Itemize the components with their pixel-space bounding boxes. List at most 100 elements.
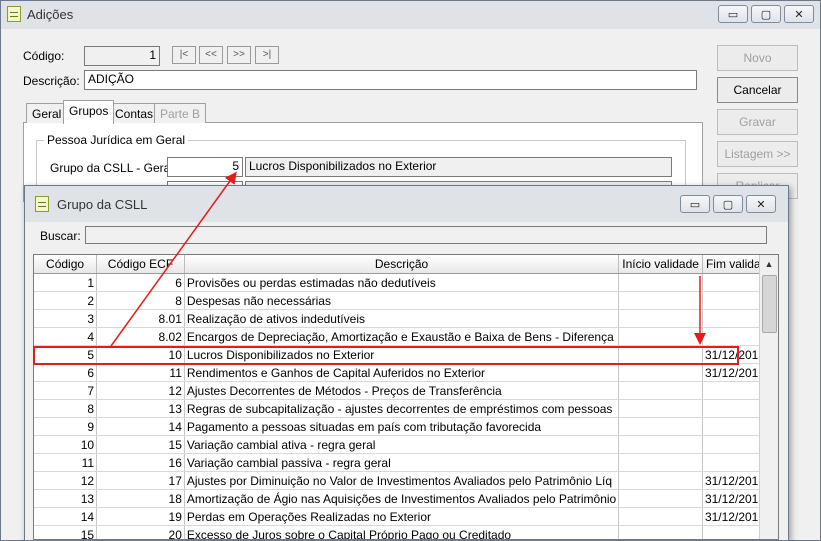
descricao-label: Descrição: — [23, 74, 80, 88]
table-cell: Despesas não necessárias — [184, 291, 620, 310]
table-body: 1 6 Provisões ou perdas estimadas não dedu… — [34, 273, 778, 539]
table-cell: 6 — [96, 273, 185, 292]
listagem-button[interactable]: Listagem >> — [717, 141, 798, 167]
table-cell: 8 — [96, 291, 185, 310]
csll-code-field[interactable]: 5 — [167, 157, 243, 177]
popup-content: Buscar: Código Código ECF Descrição Início … — [25, 222, 788, 540]
table-cell: 20 — [96, 525, 185, 539]
nav-prev-button[interactable]: << — [199, 46, 223, 64]
table-cell: Variação cambial ativa - regra geral — [184, 435, 620, 454]
table-cell: 1 — [34, 273, 98, 292]
nav-first-button[interactable]: |< — [172, 46, 196, 64]
buscar-label: Buscar: — [40, 229, 81, 243]
table-cell: Rendimentos e Ganhos de Capital Auferido… — [184, 363, 620, 382]
novo-button[interactable]: Novo — [717, 45, 798, 71]
table-cell — [618, 471, 703, 490]
table-cell — [618, 435, 703, 454]
close-button[interactable]: ✕ — [746, 195, 776, 213]
table-cell: 12 — [34, 471, 98, 490]
table-cell — [618, 507, 703, 526]
table-cell — [618, 327, 703, 346]
table-cell: 3 — [34, 309, 98, 328]
minimize-button[interactable]: ▭ — [718, 5, 748, 23]
gravar-button[interactable]: Gravar — [717, 109, 798, 135]
table-cell — [618, 273, 703, 292]
table-cell: 9 — [34, 417, 98, 436]
csll-grid: Código Código ECF Descrição Início validade… — [33, 254, 779, 540]
table-cell: 11 — [34, 453, 98, 472]
column-header[interactable]: Código — [34, 255, 98, 274]
table-cell: 10 — [34, 435, 98, 454]
table-cell: 17 — [96, 471, 185, 490]
table-cell — [618, 381, 703, 400]
cancelar-button[interactable]: Cancelar — [717, 77, 798, 103]
nav-next-button[interactable]: >> — [227, 46, 251, 64]
minimize-button[interactable]: ▭ — [680, 195, 710, 213]
table-cell: Realização de ativos indedutíveis — [184, 309, 620, 328]
table-cell: 8.02 — [96, 327, 185, 346]
table-cell: Provisões ou perdas estimadas não dedutí… — [184, 273, 620, 292]
table-cell: 18 — [96, 489, 185, 508]
scroll-up-icon[interactable]: ▲ — [760, 255, 778, 273]
table-cell: 5 — [34, 345, 98, 364]
table-row[interactable]: 5 10 Lucros Disponibilizados no Exterior 31… — [34, 345, 778, 364]
maximize-button[interactable]: ▢ — [751, 5, 781, 23]
table-row[interactable]: 11 16 Variação cambial passiva - regra ger… — [34, 453, 778, 472]
table-cell: Variação cambial passiva - regra geral — [184, 453, 620, 472]
table-cell: 13 — [96, 399, 185, 418]
scroll-thumb[interactable] — [762, 275, 777, 333]
table-cell: Regras de subcapitalização - ajustes dec… — [184, 399, 620, 418]
table-cell: Perdas em Operações Realizadas no Exteri… — [184, 507, 620, 526]
grupo-csll-dialog: Grupo da CSLL ▭ ▢ ✕ Buscar: Código Código… — [24, 185, 789, 541]
table-cell: 8.01 — [96, 309, 185, 328]
column-header[interactable]: Início validade — [618, 255, 703, 274]
table-cell: 11 — [96, 363, 185, 382]
tab-geral[interactable]: Geral — [26, 103, 68, 123]
table-cell: 15 — [34, 525, 98, 539]
tab-contas[interactable]: Contas — [109, 103, 160, 123]
descricao-field[interactable]: ADIÇÃO — [84, 70, 697, 90]
table-row[interactable]: 1 6 Provisões ou perdas estimadas não dedu… — [34, 273, 778, 292]
table-cell: Lucros Disponibilizados no Exterior — [184, 345, 620, 364]
table-cell: 10 — [96, 345, 185, 364]
table-cell: Excesso de Juros sobre o Capital Próprio… — [184, 525, 620, 539]
tab-grupos[interactable]: Grupos — [63, 100, 115, 124]
main-title: Adições — [27, 7, 74, 22]
maximize-button[interactable]: ▢ — [713, 195, 743, 213]
table-row[interactable]: 8 13 Regras de subcapitalização - ajustes … — [34, 399, 778, 418]
codigo-field[interactable]: 1 — [84, 46, 160, 66]
table-cell — [618, 291, 703, 310]
table-row[interactable]: 2 8 Despesas não necessárias — [34, 291, 778, 310]
table-cell: 8 — [34, 399, 98, 418]
codigo-label: Código: — [23, 49, 65, 63]
table-row[interactable]: 6 11 Rendimentos e Ganhos de Capital Aufer… — [34, 363, 778, 382]
table-cell: 13 — [34, 489, 98, 508]
csll-table: Código Código ECF Descrição Início validade… — [34, 255, 778, 539]
nav-last-button[interactable]: >| — [255, 46, 279, 64]
table-cell: 6 — [34, 363, 98, 382]
table-row[interactable]: 4 8.02 Encargos de Depreciação, Amortizaçã… — [34, 327, 778, 346]
table-row[interactable]: 15 20 Excesso de Juros sobre o Capital Pró… — [34, 525, 778, 539]
table-row[interactable]: 13 18 Amortização de Ágio nas Aquisições d… — [34, 489, 778, 508]
table-cell — [618, 525, 703, 539]
table-cell: 12 — [96, 381, 185, 400]
table-row[interactable]: 10 15 Variação cambial ativa - regra geral — [34, 435, 778, 454]
column-header[interactable]: Descrição — [184, 255, 620, 274]
table-cell: 2 — [34, 291, 98, 310]
table-row[interactable]: 12 17 Ajustes por Diminuição no Valor de I… — [34, 471, 778, 490]
main-titlebar: Adições ▭ ▢ ✕ — [1, 1, 820, 29]
table-row[interactable]: 9 14 Pagamento a pessoas situadas em país … — [34, 417, 778, 436]
table-row[interactable]: 3 8.01 Realização de ativos indedutíveis — [34, 309, 778, 328]
close-button[interactable]: ✕ — [784, 5, 814, 23]
csll-label: Grupo da CSLL - Geral: — [50, 161, 177, 175]
tab-parte-b[interactable]: Parte B — [154, 103, 207, 123]
table-row[interactable]: 7 12 Ajustes Decorrentes de Métodos - Preç… — [34, 381, 778, 400]
table-cell: 16 — [96, 453, 185, 472]
table-row[interactable]: 14 19 Perdas em Operações Realizadas no Ex… — [34, 507, 778, 526]
table-cell — [618, 417, 703, 436]
column-header[interactable]: Código ECF — [96, 255, 185, 274]
vertical-scrollbar[interactable]: ▲ — [759, 255, 778, 539]
table-cell — [618, 363, 703, 382]
buscar-input[interactable] — [85, 226, 767, 244]
table-cell: 15 — [96, 435, 185, 454]
